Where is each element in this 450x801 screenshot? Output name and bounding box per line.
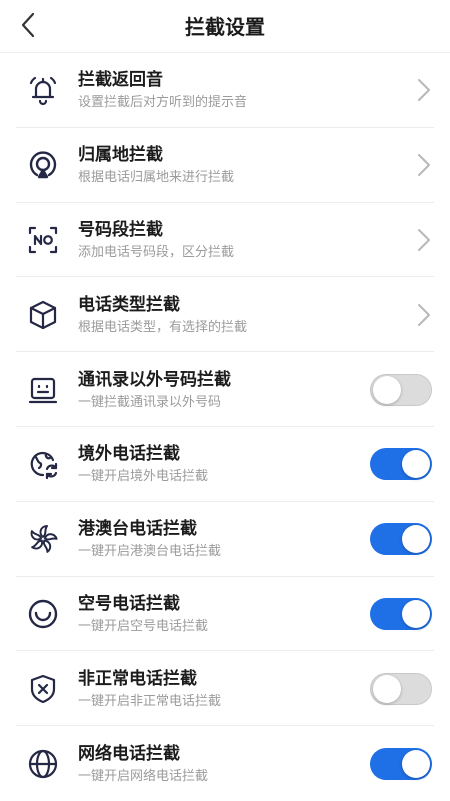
row-subtitle: 一键拦截通讯录以外号码	[78, 394, 222, 410]
row-subtitle: 一键开启港澳台电话拦截	[78, 544, 222, 560]
empty-number-toggle[interactable]	[370, 597, 432, 630]
location-icon	[24, 146, 62, 184]
toggle-knob	[402, 749, 430, 778]
setting-row-call-type[interactable]: 电话类型拦截 根据电话类型，有选择的拦截	[0, 277, 450, 352]
toggle-knob	[373, 375, 401, 404]
row-title: 电话类型拦截	[78, 294, 180, 315]
row-text: 号码段拦截 添加电话号码段，区分拦截	[78, 219, 234, 261]
row-text: 境外电话拦截 一键开启境外电话拦截	[78, 443, 208, 485]
network-globe-icon	[24, 745, 62, 783]
row-subtitle: 根据电话归属地来进行拦截	[78, 170, 235, 186]
row-subtitle: 一键开启非正常电话拦截	[78, 693, 222, 709]
row-title: 非正常电话拦截	[78, 668, 197, 689]
setting-row-overseas: 境外电话拦截 一键开启境外电话拦截	[0, 427, 450, 502]
row-title: 空号电话拦截	[78, 593, 180, 614]
page-title: 拦截设置	[185, 15, 265, 39]
setting-row-location[interactable]: 归属地拦截 根据电话归属地来进行拦截	[0, 128, 450, 203]
settings-list: 拦截返回音 设置拦截后对方听到的提示音 归属地拦截 根据电话归属地来进行拦截 号…	[0, 53, 450, 801]
setting-row-hk-macau-taiwan: 港澳台电话拦截 一键开启港澳台电话拦截	[0, 502, 450, 577]
row-subtitle: 添加电话号码段，区分拦截	[78, 244, 235, 260]
row-title: 号码段拦截	[78, 219, 163, 240]
row-text: 归属地拦截 根据电话归属地来进行拦截	[78, 144, 234, 186]
row-subtitle: 设置拦截后对方听到的提示音	[78, 95, 248, 111]
row-subtitle: 根据电话类型，有选择的拦截	[78, 319, 248, 335]
row-text: 电话类型拦截 根据电话类型，有选择的拦截	[78, 294, 247, 336]
row-text: 空号电话拦截 一键开启空号电话拦截	[78, 593, 208, 635]
top-bar: 拦截设置	[0, 0, 450, 50]
row-subtitle: 一键开启网络电话拦截	[78, 768, 209, 784]
chevron-right-icon	[418, 79, 430, 102]
setting-row-return-tone[interactable]: 拦截返回音 设置拦截后对方听到的提示音	[0, 53, 450, 128]
overseas-toggle[interactable]	[370, 448, 432, 481]
row-title: 归属地拦截	[78, 145, 163, 166]
row-title: 通讯录以外号码拦截	[78, 369, 231, 390]
setting-row-abnormal: 非正常电话拦截 一键开启非正常电话拦截	[0, 651, 450, 726]
empty-circle-icon	[24, 595, 62, 633]
contact-card-icon	[24, 371, 62, 409]
globe-refresh-icon	[24, 445, 62, 483]
setting-row-number-range[interactable]: 号码段拦截 添加电话号码段，区分拦截	[0, 203, 450, 278]
row-title: 境外电话拦截	[78, 444, 180, 465]
row-subtitle: 一键开启境外电话拦截	[78, 469, 209, 485]
row-text: 拦截返回音 设置拦截后对方听到的提示音	[78, 69, 247, 111]
hk-macau-taiwan-toggle[interactable]	[370, 523, 432, 556]
row-subtitle: 一键开启空号电话拦截	[78, 618, 209, 634]
shield-x-icon	[24, 670, 62, 708]
network-call-toggle[interactable]	[370, 747, 432, 780]
row-text: 网络电话拦截 一键开启网络电话拦截	[78, 743, 208, 785]
chevron-right-icon	[418, 154, 430, 177]
non-contacts-toggle[interactable]	[370, 373, 432, 406]
bell-icon	[24, 71, 62, 109]
row-title: 港澳台电话拦截	[78, 519, 197, 540]
setting-row-non-contacts: 通讯录以外号码拦截 一键拦截通讯录以外号码	[0, 352, 450, 427]
row-title: 拦截返回音	[78, 70, 163, 91]
setting-row-network-call: 网络电话拦截 一键开启网络电话拦截	[0, 726, 450, 801]
row-title: 网络电话拦截	[78, 743, 180, 764]
number-scan-icon	[24, 221, 62, 259]
setting-row-empty-number: 空号电话拦截 一键开启空号电话拦截	[0, 577, 450, 652]
toggle-knob	[402, 599, 430, 628]
row-text: 非正常电话拦截 一键开启非正常电话拦截	[78, 668, 221, 710]
toggle-knob	[402, 450, 430, 479]
toggle-knob	[373, 674, 401, 703]
chevron-right-icon	[418, 228, 430, 251]
abnormal-toggle[interactable]	[370, 672, 432, 705]
toggle-knob	[402, 525, 430, 554]
bauhinia-flower-icon	[24, 520, 62, 558]
cube-icon	[24, 296, 62, 334]
chevron-right-icon	[418, 303, 430, 326]
row-text: 港澳台电话拦截 一键开启港澳台电话拦截	[78, 518, 221, 560]
row-text: 通讯录以外号码拦截 一键拦截通讯录以外号码	[78, 369, 231, 411]
